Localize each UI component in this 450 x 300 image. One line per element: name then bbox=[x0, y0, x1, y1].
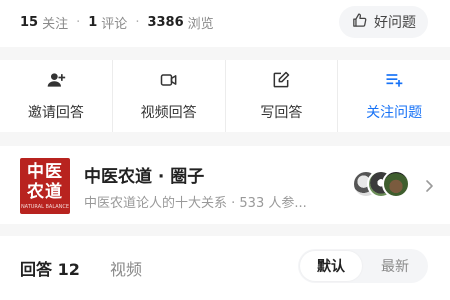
circle-subtitle: 中医农道论人的十大关系 · 533 人参... bbox=[84, 196, 307, 211]
invite-answer-button[interactable]: 邀请回答 bbox=[0, 60, 113, 132]
separator-dot: · bbox=[76, 14, 81, 30]
section-divider bbox=[0, 132, 450, 146]
section-divider bbox=[0, 47, 450, 60]
follow-count: 15 bbox=[20, 14, 39, 30]
action-bar: 邀请回答 视频回答 写回答 关注问题 bbox=[0, 60, 450, 132]
follow-label: 关注 bbox=[42, 16, 69, 32]
section-divider bbox=[0, 224, 450, 236]
logo-text-line2: 农道 bbox=[27, 182, 63, 202]
circle-card[interactable]: 中医 农道 NATURAL BALANCE 中医农道 · 圈子 中医农道论人的十… bbox=[0, 146, 450, 224]
sort-default-option[interactable]: 默认 bbox=[300, 251, 362, 281]
chevron-right-icon bbox=[424, 178, 434, 192]
question-stats: 15 关注 · 1 评论 · 3386 浏览 bbox=[20, 11, 214, 33]
view-count: 3386 bbox=[147, 14, 184, 30]
member-avatars bbox=[352, 170, 416, 198]
video-camera-icon bbox=[159, 70, 179, 94]
logo-text-line1: 中医 bbox=[27, 162, 63, 182]
thumbs-up-icon bbox=[351, 12, 368, 33]
follow-question-button[interactable]: 关注问题 bbox=[338, 60, 450, 132]
tab-video[interactable]: 视频 bbox=[110, 256, 142, 280]
good-question-button[interactable]: 好问题 bbox=[339, 6, 428, 38]
circle-title: 中医农道 · 圈子 bbox=[84, 167, 205, 187]
follow-question-label: 关注问题 bbox=[366, 105, 423, 121]
avatar bbox=[382, 170, 410, 198]
view-label: 浏览 bbox=[187, 16, 214, 32]
invite-answer-label: 邀请回答 bbox=[27, 105, 84, 121]
edit-icon bbox=[271, 70, 291, 94]
logo-text-line3: NATURAL BALANCE bbox=[20, 204, 70, 210]
sort-latest-option[interactable]: 最新 bbox=[364, 251, 426, 281]
add-user-icon bbox=[46, 70, 66, 94]
answer-tabs: 回答 12 视频 默认 最新 bbox=[0, 236, 450, 300]
comment-label[interactable]: 评论 bbox=[101, 13, 127, 32]
separator-dot: · bbox=[135, 14, 140, 30]
video-answer-label: 视频回答 bbox=[140, 105, 197, 121]
follow-list-icon bbox=[384, 70, 404, 94]
circle-logo: 中医 农道 NATURAL BALANCE bbox=[20, 158, 70, 214]
write-answer-button[interactable]: 写回答 bbox=[226, 60, 339, 132]
good-question-label: 好问题 bbox=[374, 15, 416, 31]
sort-toggle: 默认 最新 bbox=[298, 249, 428, 283]
comment-count[interactable]: 1 bbox=[88, 15, 97, 30]
tab-answers[interactable]: 回答 12 bbox=[20, 256, 80, 280]
video-answer-button[interactable]: 视频回答 bbox=[113, 60, 226, 132]
write-answer-label: 写回答 bbox=[260, 105, 303, 121]
